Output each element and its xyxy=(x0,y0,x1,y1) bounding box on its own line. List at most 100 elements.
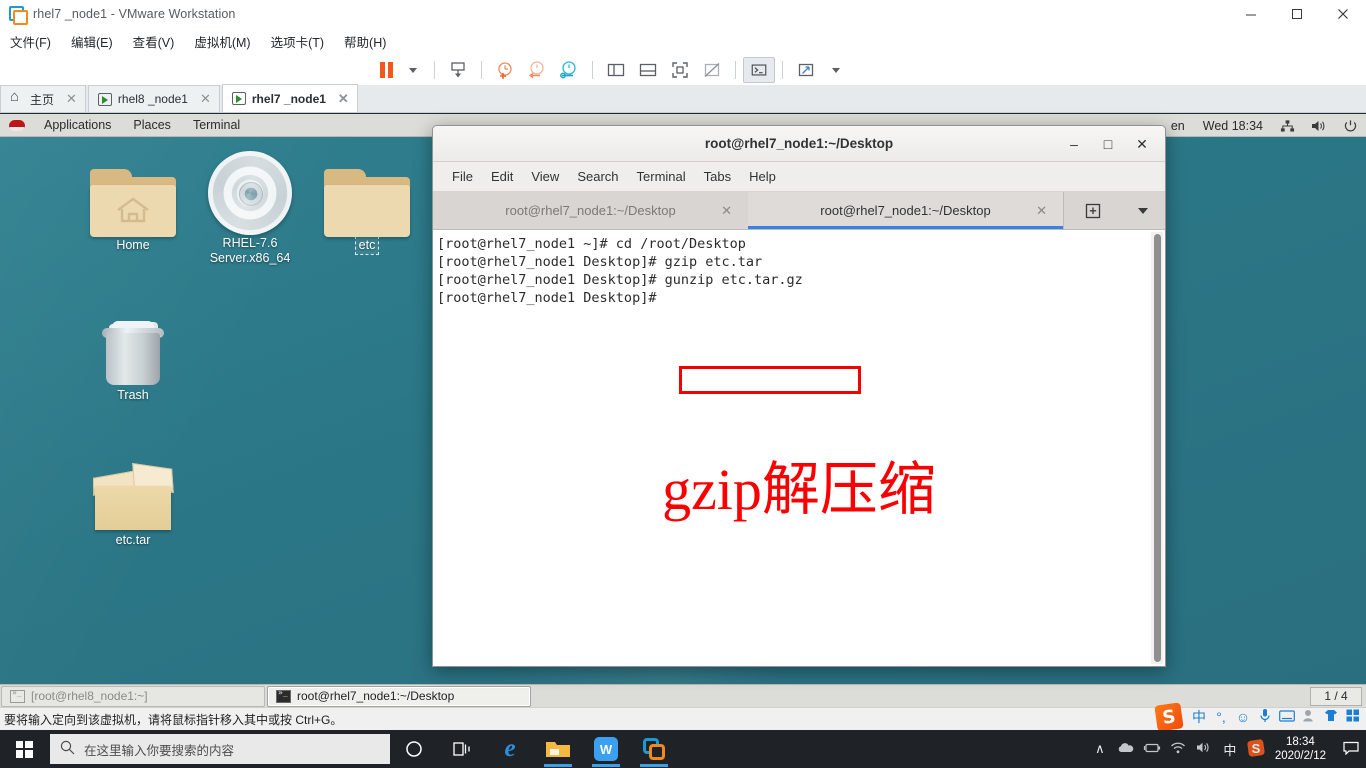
power-icon[interactable] xyxy=(1335,119,1366,133)
menu-edit[interactable]: 编辑(E) xyxy=(61,32,123,51)
wps-icon[interactable]: W xyxy=(582,730,630,768)
window-button-label: root@rhel7_node1:~/Desktop xyxy=(297,689,455,703)
skin-icon[interactable] xyxy=(1320,709,1342,725)
stretch-button[interactable] xyxy=(790,57,822,83)
tab-close-icon[interactable]: ✕ xyxy=(338,91,349,107)
show-thumbnail-button[interactable] xyxy=(632,57,664,83)
soft-keyboard-icon[interactable] xyxy=(1276,709,1298,725)
start-button[interactable] xyxy=(0,730,48,768)
fullscreen-button[interactable] xyxy=(664,57,696,83)
show-sidebar-button[interactable] xyxy=(600,57,632,83)
places-menu[interactable]: Places xyxy=(122,118,182,132)
show-hidden-icons[interactable]: ∧ xyxy=(1087,741,1113,757)
tab-rhel7-node1[interactable]: rhel7 _node1 ✕ xyxy=(221,84,358,112)
windows-logo-icon xyxy=(15,740,33,758)
tab-close-icon[interactable]: ✕ xyxy=(66,91,77,107)
snapshot-button[interactable] xyxy=(442,57,474,83)
vmware-icon[interactable] xyxy=(630,730,678,768)
desktop-icon-home[interactable]: Home xyxy=(78,157,188,254)
snapshot-manager-button[interactable] xyxy=(553,57,585,83)
menu-file[interactable]: File xyxy=(443,169,482,184)
network-icon[interactable] xyxy=(1272,119,1303,133)
desktop-icon-etc[interactable]: etc xyxy=(312,157,422,255)
file-explorer-icon[interactable] xyxy=(534,730,582,768)
punctuation-icon[interactable]: °, xyxy=(1210,709,1232,725)
applications-menu[interactable]: Applications xyxy=(33,118,122,132)
optical-disc-icon xyxy=(195,151,305,235)
toolbar-separator xyxy=(481,61,482,79)
ime-indicator[interactable]: 中 xyxy=(1217,740,1243,759)
tab-rhel8-node1[interactable]: rhel8 _node1 ✕ xyxy=(87,85,220,112)
terminal-tab-1[interactable]: root@rhel7_node1:~/Desktop ✕ xyxy=(433,192,748,229)
maximize-button[interactable] xyxy=(1274,0,1320,27)
unity-button[interactable] xyxy=(696,57,728,83)
vmware-workstation-window: rhel7 _node1 - VMware Workstation 文件(F) … xyxy=(0,0,1366,768)
revert-snapshot-button[interactable] xyxy=(521,57,553,83)
toolbox-icon[interactable] xyxy=(1342,709,1364,725)
tab-menu-button[interactable] xyxy=(1121,192,1165,229)
desktop-icon-trash[interactable]: Trash xyxy=(78,307,188,404)
notification-icon[interactable] xyxy=(1336,741,1366,758)
minimize-button[interactable] xyxy=(1228,0,1274,27)
desktop-icon-rhel-dvd[interactable]: RHEL-7.6 Server.x86_64 xyxy=(195,151,305,267)
terminal-output-area[interactable]: [root@rhel7_node1 ~]# cd /root/Desktop [… xyxy=(433,230,1165,666)
keyboard-layout-indicator[interactable]: en xyxy=(1162,119,1194,133)
clock[interactable]: Wed 18:34 xyxy=(1194,119,1272,133)
taskbar-window-rhel7[interactable]: root@rhel7_node1:~/Desktop xyxy=(267,685,531,707)
tab-close-icon[interactable]: ✕ xyxy=(721,203,732,219)
tab-close-icon[interactable]: ✕ xyxy=(1036,203,1047,219)
terminal-icon xyxy=(10,688,25,703)
chinese-mode-icon[interactable]: 中 xyxy=(1188,707,1210,727)
stretch-dropdown[interactable] xyxy=(822,57,850,83)
close-button[interactable] xyxy=(1320,0,1366,27)
home-glyph xyxy=(117,197,149,223)
menu-view[interactable]: 查看(V) xyxy=(123,32,185,51)
window-controls xyxy=(1228,0,1366,27)
terminal-tab-2[interactable]: root@rhel7_node1:~/Desktop ✕ xyxy=(748,192,1063,229)
tab-close-icon[interactable]: ✕ xyxy=(200,91,211,107)
suspend-button[interactable] xyxy=(374,57,399,83)
desktop-icon-etc-tar[interactable]: etc.tar xyxy=(78,452,188,549)
terminal-scrollbar[interactable] xyxy=(1151,232,1163,664)
new-tab-button[interactable] xyxy=(1063,192,1121,229)
menu-help[interactable]: Help xyxy=(740,169,785,184)
menu-search[interactable]: Search xyxy=(568,169,627,184)
battery-icon[interactable] xyxy=(1139,742,1165,757)
onedrive-icon[interactable] xyxy=(1113,742,1139,757)
cortana-icon[interactable] xyxy=(390,730,438,768)
terminal-line: [root@rhel7_node1 ~]# cd /root/Desktop xyxy=(437,236,746,252)
terminal-app-menu[interactable]: Terminal xyxy=(182,118,251,132)
clock-plus-icon xyxy=(498,62,512,79)
take-snapshot-button[interactable] xyxy=(489,57,521,83)
sogou-ime-icon[interactable]: S xyxy=(1243,738,1269,761)
menu-vm[interactable]: 虚拟机(M) xyxy=(184,32,260,51)
menu-tabs[interactable]: 选项卡(T) xyxy=(261,32,334,51)
sogou-logo-icon[interactable]: S xyxy=(1154,702,1184,732)
toolbar-separator xyxy=(592,61,593,79)
menu-file[interactable]: 文件(F) xyxy=(0,32,61,51)
wifi-icon[interactable] xyxy=(1165,741,1191,757)
menu-help[interactable]: 帮助(H) xyxy=(334,32,396,51)
menu-tabs[interactable]: Tabs xyxy=(695,169,740,184)
menu-view[interactable]: View xyxy=(522,169,568,184)
volume-icon[interactable] xyxy=(1303,119,1335,133)
edge-icon[interactable]: e xyxy=(486,730,534,768)
power-dropdown[interactable] xyxy=(399,57,427,83)
volume-icon[interactable] xyxy=(1191,741,1217,757)
close-button[interactable]: ✕ xyxy=(1125,136,1159,153)
menu-edit[interactable]: Edit xyxy=(482,169,522,184)
tab-home[interactable]: 主页 ✕ xyxy=(0,85,86,112)
emoji-icon[interactable]: ☺ xyxy=(1232,709,1254,725)
user-icon[interactable] xyxy=(1298,709,1320,725)
console-button[interactable] xyxy=(743,57,775,83)
task-view-icon[interactable] xyxy=(438,730,486,768)
search-icon xyxy=(60,740,75,758)
tab-label: 主页 xyxy=(30,92,55,107)
maximize-button[interactable]: □ xyxy=(1091,136,1125,152)
taskbar-clock[interactable]: 18:34 2020/2/12 xyxy=(1269,735,1336,763)
menu-terminal[interactable]: Terminal xyxy=(628,169,695,184)
voice-input-icon[interactable] xyxy=(1254,708,1276,726)
taskbar-window-rhel8[interactable]: [root@rhel8_node1:~] xyxy=(1,685,265,707)
minimize-button[interactable]: – xyxy=(1057,136,1091,152)
taskbar-search-box[interactable]: 在这里输入你要搜索的内容 xyxy=(50,734,390,764)
